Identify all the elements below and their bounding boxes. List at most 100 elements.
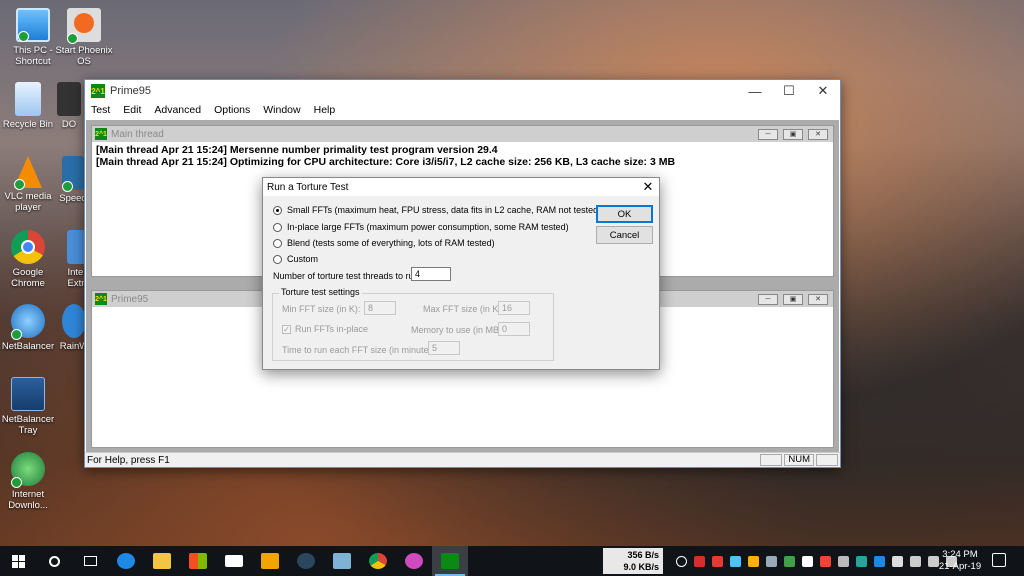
time-input[interactable]: 5: [428, 341, 460, 355]
tray-app-icon[interactable]: [784, 555, 795, 567]
window-titlebar[interactable]: 2^1 Prime95 — ☐ ✕: [85, 80, 840, 102]
option-blend[interactable]: Blend (tests some of everything, lots of…: [273, 238, 495, 248]
status-cell-empty: [760, 454, 783, 466]
child-maximize-button[interactable]: ▣: [783, 128, 803, 140]
status-num-indicator: NUM: [784, 454, 814, 466]
tray-app-icon[interactable]: [694, 555, 705, 567]
start-button[interactable]: [0, 546, 36, 576]
child-close-button[interactable]: ✕: [808, 128, 828, 140]
desktop-icon-netbalancer-tray[interactable]: NetBalancer Tray: [0, 377, 61, 436]
network-icon[interactable]: [910, 555, 921, 567]
tray-app-icon[interactable]: [820, 555, 831, 567]
menu-options[interactable]: Options: [214, 104, 250, 116]
taskbar-prime95[interactable]: [432, 546, 468, 576]
chrome-icon: [11, 230, 45, 264]
maximize-button[interactable]: ☐: [772, 80, 806, 102]
min-fft-label: Min FFT size (in K):: [282, 304, 361, 314]
menu-advanced[interactable]: Advanced: [154, 104, 201, 116]
taskbar-edge[interactable]: [108, 546, 144, 576]
mail-icon: [225, 555, 243, 567]
phoenix-os-icon: [67, 8, 101, 44]
tray-app-icon[interactable]: [838, 555, 849, 567]
action-center-icon[interactable]: [992, 553, 1006, 567]
tray-app-icon[interactable]: [802, 555, 813, 567]
child-minimize-button[interactable]: ─: [758, 128, 778, 140]
taskbar-store[interactable]: [180, 546, 216, 576]
balloon-icon: [405, 553, 423, 569]
child-title: Main thread: [111, 128, 164, 140]
option-label: Custom: [287, 254, 319, 264]
taskbar-file-explorer[interactable]: [144, 546, 180, 576]
dialog-close-button[interactable]: ✕: [637, 179, 659, 195]
netbalancer-icon: [11, 304, 45, 340]
taskbar-app-2[interactable]: [396, 546, 432, 576]
child-titlebar[interactable]: 2^1 Main thread ─ ▣ ✕: [92, 126, 833, 142]
tray-app-icon[interactable]: [856, 555, 867, 567]
search-button[interactable]: [36, 546, 72, 576]
checkbox-checked-icon: ✓: [282, 324, 291, 334]
memory-input[interactable]: 0: [498, 322, 530, 336]
desktop-icon-idm[interactable]: Internet Downlo...: [0, 452, 61, 511]
torture-test-dialog: Run a Torture Test ✕ Small FFTs (maximum…: [262, 177, 660, 370]
window-title: Prime95: [110, 85, 151, 97]
vlc-icon: [14, 156, 42, 190]
folder-icon: [153, 553, 171, 569]
run-inplace-checkbox[interactable]: ✓ Run FFTs in-place: [282, 324, 368, 334]
option-label: Blend (tests some of everything, lots of…: [287, 238, 495, 248]
edge-icon: [117, 553, 135, 569]
child-maximize-button[interactable]: ▣: [783, 293, 803, 305]
desktop-icon-do[interactable]: DO: [52, 82, 86, 130]
min-fft-input[interactable]: 8: [364, 301, 396, 315]
close-button[interactable]: ✕: [806, 80, 840, 102]
max-fft-label: Max FFT size (in K):: [423, 304, 504, 314]
child-minimize-button[interactable]: ─: [758, 293, 778, 305]
minimize-button[interactable]: —: [738, 80, 772, 102]
desktop-icon-vlc[interactable]: VLC media player: [0, 156, 61, 213]
desktop-icon-netbalancer[interactable]: NetBalancer: [0, 304, 61, 352]
search-icon: [48, 555, 60, 567]
computer-icon: [16, 8, 50, 42]
child-close-button[interactable]: ✕: [808, 293, 828, 305]
taskbar-app[interactable]: [324, 546, 360, 576]
tray-app-icon[interactable]: [730, 555, 741, 567]
desktop-icon-chrome[interactable]: Google Chrome: [0, 230, 61, 289]
clock-time: 3:24 PM: [942, 549, 978, 560]
bluetooth-icon[interactable]: [874, 555, 885, 567]
network-upload-speed: 356 B/s: [627, 550, 659, 560]
store-icon: [189, 553, 207, 569]
tray-app-icon[interactable]: [748, 555, 759, 567]
radio-icon: [273, 254, 282, 264]
taskbar-media-player[interactable]: [252, 546, 288, 576]
radio-selected-icon: [273, 205, 282, 215]
prime95-logo-icon: 2^1: [95, 293, 107, 305]
windows-logo-icon: [11, 554, 25, 568]
max-fft-input[interactable]: 16: [498, 301, 530, 315]
tray-app-icon[interactable]: [712, 555, 723, 567]
option-inplace-large-ffts[interactable]: In-place large FFTs (maximum power consu…: [273, 222, 569, 232]
status-cell-empty: [816, 454, 838, 466]
network-speed-widget[interactable]: 356 B/s 9.0 KB/s: [603, 548, 663, 574]
menu-test[interactable]: Test: [91, 104, 110, 116]
option-custom[interactable]: Custom: [273, 254, 318, 264]
log-line: [Main thread Apr 21 15:24] Mersenne numb…: [96, 144, 498, 156]
taskbar-steam[interactable]: [288, 546, 324, 576]
taskbar-mail[interactable]: [216, 546, 252, 576]
menu-help[interactable]: Help: [314, 104, 336, 116]
dialog-titlebar[interactable]: Run a Torture Test ✕: [263, 178, 659, 196]
steam-tray-icon[interactable]: [766, 555, 777, 567]
threads-input[interactable]: 4: [411, 267, 451, 281]
clock[interactable]: 3:24 PM 21-Apr-19: [935, 549, 985, 573]
taskbar: 356 B/s 9.0 KB/s 3:24 PM 21-Apr-19: [0, 546, 1024, 576]
option-small-ffts[interactable]: Small FFTs (maximum heat, FPU stress, da…: [273, 205, 626, 215]
ok-button[interactable]: OK: [596, 205, 653, 223]
menu-window[interactable]: Window: [263, 104, 300, 116]
taskbar-chrome[interactable]: [360, 546, 396, 576]
group-title: Torture test settings: [279, 287, 362, 297]
people-icon[interactable]: [676, 555, 687, 567]
task-view-button[interactable]: [72, 546, 108, 576]
cancel-button[interactable]: Cancel: [596, 226, 653, 244]
menu-edit[interactable]: Edit: [123, 104, 141, 116]
desktop-icon-phoenix-os[interactable]: Start Phoenix OS: [51, 8, 117, 67]
tray-app-icon[interactable]: [892, 555, 903, 567]
threads-label: Number of torture test threads to run:: [273, 271, 422, 281]
